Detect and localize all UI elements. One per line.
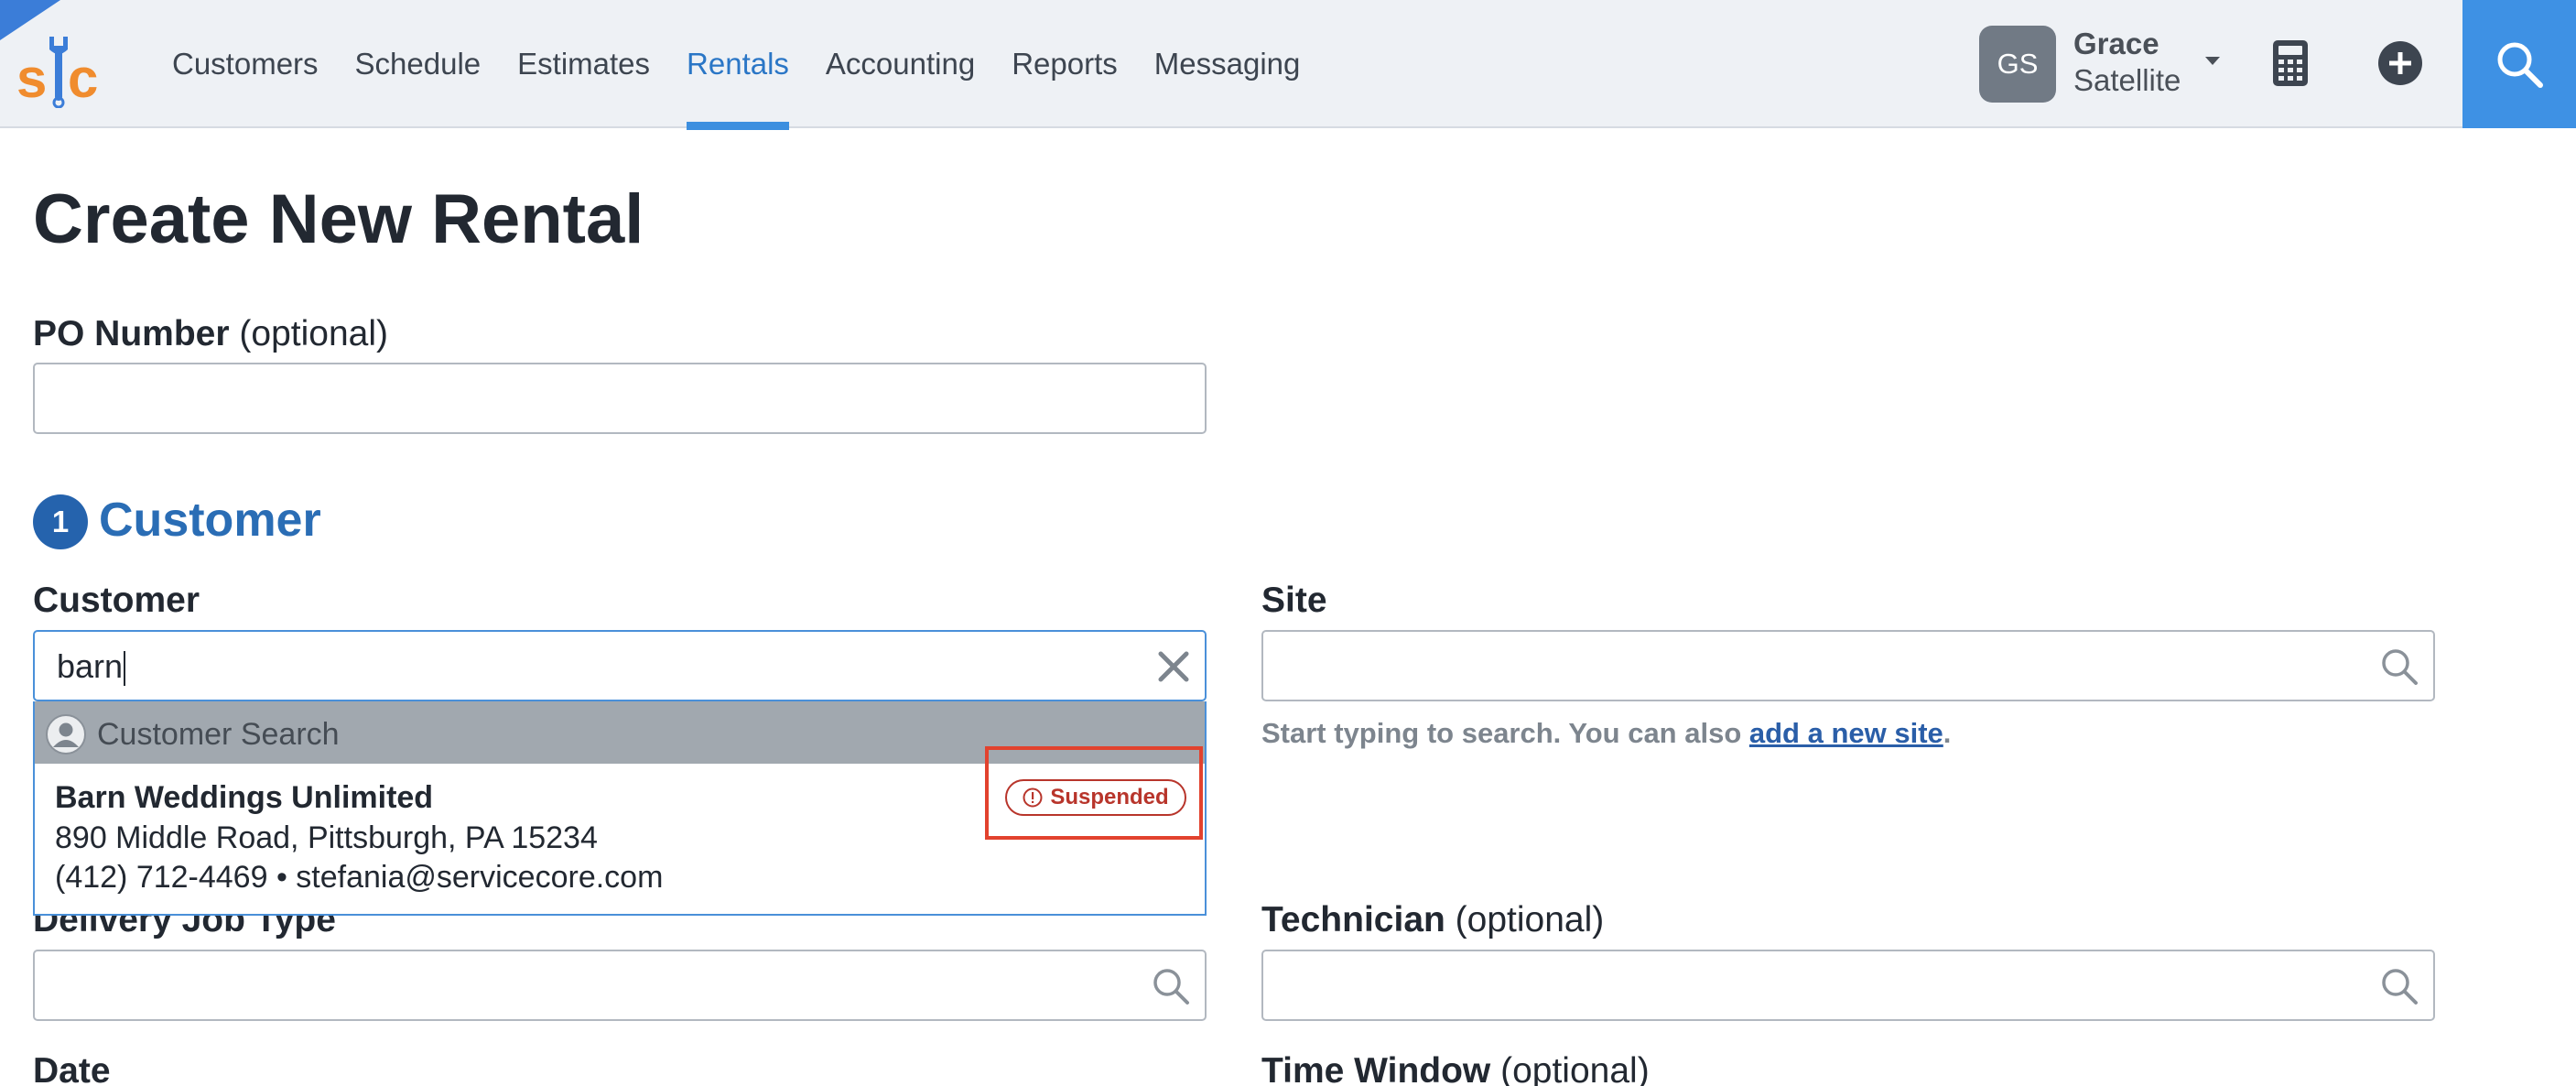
user-menu[interactable]: Grace Satellite	[2073, 26, 2211, 99]
status-badge: Suspended	[1005, 779, 1186, 816]
result-customer-address: 890 Middle Road, Pittsburgh, PA 15234	[55, 820, 598, 855]
page-title: Create New Rental	[33, 180, 644, 258]
result-customer-name: Barn Weddings Unlimited	[55, 780, 434, 815]
close-icon[interactable]	[1155, 648, 1192, 685]
time-window-label-text: Time Window	[1261, 1051, 1491, 1086]
po-number-input[interactable]	[33, 363, 1207, 434]
technician-label: Technician (optional)	[1261, 900, 1604, 940]
top-navbar: s c Customers Schedule Estimates Rentals…	[0, 0, 2576, 130]
nav-rentals[interactable]: Rentals	[687, 0, 789, 130]
user-avatar[interactable]: GS	[1979, 26, 2056, 103]
dropdown-header-label: Customer Search	[97, 717, 340, 752]
step-number-badge: 1	[33, 494, 88, 549]
section-title-customer: Customer	[99, 494, 321, 547]
search-icon	[1153, 969, 1189, 1005]
nav-reports[interactable]: Reports	[1012, 0, 1118, 128]
site-label: Site	[1261, 581, 1327, 620]
technician-label-text: Technician	[1261, 900, 1445, 939]
plus-circle-icon[interactable]	[2377, 40, 2423, 86]
time-window-label: Time Window (optional)	[1261, 1051, 1650, 1086]
po-number-label-text: PO Number	[33, 314, 230, 353]
nav-schedule[interactable]: Schedule	[355, 0, 482, 128]
nav-customers[interactable]: Customers	[172, 0, 319, 128]
date-label: Date	[33, 1051, 111, 1086]
nav-accounting[interactable]: Accounting	[826, 0, 975, 128]
site-search-input[interactable]	[1261, 630, 2435, 701]
technician-optional: (optional)	[1455, 900, 1605, 939]
main-nav: Customers Schedule Estimates Rentals Acc…	[172, 0, 1337, 130]
po-number-optional: (optional)	[239, 314, 388, 353]
result-customer-contact: (412) 712-4469 • stefania@servicecore.co…	[55, 860, 664, 895]
search-icon	[2497, 42, 2543, 88]
global-search-button[interactable]	[2462, 0, 2576, 128]
customer-search-input[interactable]: barn	[33, 630, 1207, 701]
caret-down-icon[interactable]	[2205, 57, 2220, 65]
status-badge-label: Suspended	[1050, 785, 1169, 809]
technician-input[interactable]	[1261, 950, 2435, 1021]
alert-circle-icon	[1023, 787, 1043, 808]
person-icon	[46, 714, 86, 755]
search-icon	[2382, 649, 2418, 685]
user-last-name: Satellite	[2073, 63, 2181, 97]
calculator-icon[interactable]	[2272, 39, 2309, 87]
site-helper-text: Start typing to search. You can also add…	[1261, 717, 1952, 749]
customer-label: Customer	[33, 581, 200, 620]
user-first-name: Grace	[2073, 27, 2159, 60]
nav-estimates[interactable]: Estimates	[517, 0, 650, 128]
add-new-site-link[interactable]: add a new site	[1749, 717, 1943, 749]
nav-messaging[interactable]: Messaging	[1154, 0, 1301, 128]
customer-input-value: barn	[57, 647, 126, 687]
sc-wrench-logo[interactable]: s c	[16, 31, 104, 108]
delivery-job-type-input[interactable]	[33, 950, 1207, 1021]
svg-text:s: s	[16, 48, 47, 108]
search-icon	[2382, 969, 2418, 1005]
time-window-optional: (optional)	[1500, 1051, 1650, 1086]
svg-text:c: c	[68, 48, 98, 108]
po-number-label: PO Number (optional)	[33, 314, 388, 354]
